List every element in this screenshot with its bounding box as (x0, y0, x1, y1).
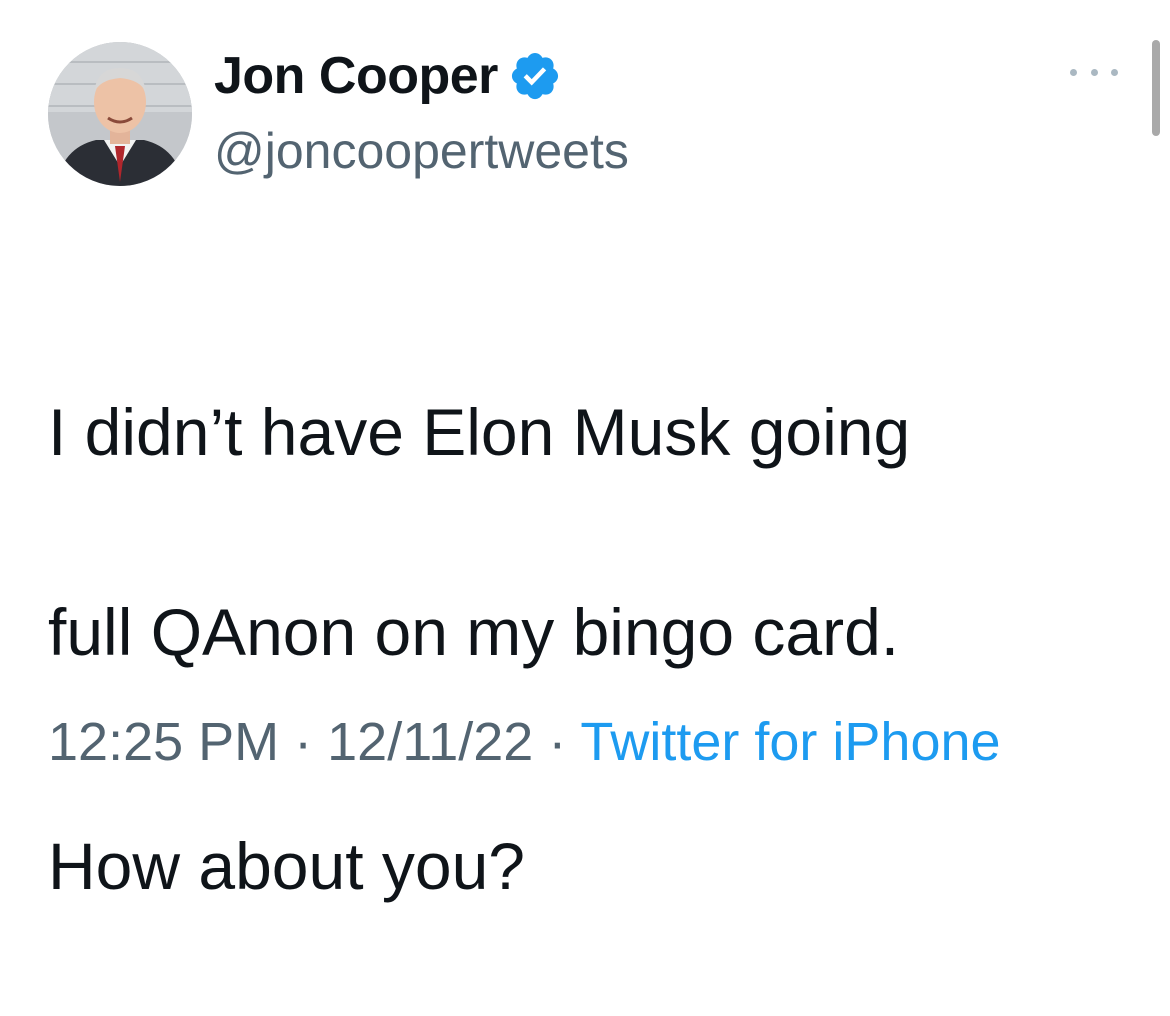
avatar-image (48, 42, 192, 186)
tweet-card: Jon Cooper @joncoopertweets I didn’t hav… (0, 0, 1170, 903)
more-options-icon[interactable] (1070, 60, 1118, 84)
scrollbar[interactable] (1152, 40, 1160, 136)
avatar[interactable] (48, 42, 192, 186)
display-name-row[interactable]: Jon Cooper (214, 44, 562, 108)
meta-separator: · (279, 712, 328, 772)
tweet-paragraph-2: How about you? (48, 829, 525, 903)
dot-icon (1111, 68, 1118, 76)
meta-separator: · (533, 712, 581, 772)
tweet-time[interactable]: 12:25 PM (48, 712, 279, 772)
tweet-metadata: 12:25 PM · 12/11/22 · Twitter for iPhone (48, 702, 1128, 782)
dot-icon (1070, 68, 1077, 76)
verified-badge-icon (508, 49, 562, 103)
tweet-line-1: I didn’t have Elon Musk going (48, 395, 911, 469)
tweet-line-2: full QAnon on my bingo card. (48, 595, 900, 669)
tweet-text: I didn’t have Elon Musk going full QAnon… (48, 282, 1138, 1016)
display-name[interactable]: Jon Cooper (214, 46, 498, 106)
tweet-source-link[interactable]: Twitter for iPhone (580, 712, 1000, 772)
dot-icon (1090, 68, 1098, 76)
user-handle[interactable]: @joncoopertweets (214, 122, 629, 180)
tweet-date[interactable]: 12/11/22 (327, 712, 533, 772)
